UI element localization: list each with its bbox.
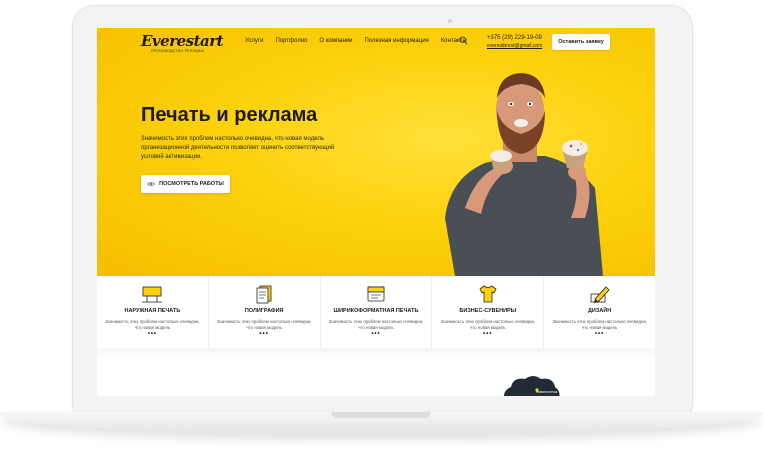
services-row: НАРУЖНАЯ ПЕЧАТЬ Значимость этих проблем … [97,276,655,348]
service-card-outdoor[interactable]: НАРУЖНАЯ ПЕЧАТЬ Значимость этих проблем … [97,276,209,348]
more-dots[interactable]: ••• [97,331,208,337]
tshirt-icon [479,285,497,303]
phone-number[interactable]: +375 (29) 229-19-09 [487,34,542,42]
nav-item-about[interactable]: О компании [319,38,352,44]
view-works-label: ПОСМОТРЕТЬ РАБОТЫ [159,181,224,187]
search-icon[interactable] [459,36,468,45]
logo-subtitle: ПРОИЗВОДСТВО РЕКЛАМЫ [151,49,205,53]
service-card-design[interactable]: ДИЗАЙН Значимость этих проблем настолько… [544,276,655,348]
service-title: ПОЛИГРАФИЯ [244,308,284,314]
service-description: Значимость этих проблем настолько очевид… [328,319,424,330]
main-nav: Услуги Портфолио О компании Полезная инф… [245,38,479,44]
more-dots[interactable]: ••• [209,331,320,337]
billboard-icon [142,286,163,303]
logo-text: Everestart [141,32,224,50]
hero-section: Everestart ПРОИЗВОДСТВО РЕКЛАМЫ Услуги П… [97,28,655,276]
nav-item-portfolio[interactable]: Портфолио [275,38,307,44]
service-description: Значимость этих проблем настолько очевид… [440,319,536,330]
service-card-souvenirs[interactable]: БИЗНЕС-СУВЕНИРЫ Значимость этих проблем … [432,276,545,348]
hero-title: Печать и реклама [141,104,318,126]
documents-icon [256,285,272,304]
more-dots[interactable]: ••• [544,331,655,337]
site-logo[interactable]: Everestart ПРОИЗВОДСТВО РЕКЛАМЫ [141,32,224,53]
more-dots[interactable]: ••• [432,331,543,337]
service-description: Значимость этих проблем настолько очевид… [216,319,312,330]
camera-dot [448,19,452,23]
email-link[interactable]: everestbrest@gmail.com [487,42,542,50]
laptop-notch [331,412,431,418]
service-card-wide-print[interactable]: ШИРИКОФОРМАТНАЯ ПЕЧАТЬ Значимость этих п… [321,276,433,348]
wide-print-icon [367,286,385,302]
hero-description: Значимость этих проблем настолько очевид… [141,136,335,160]
map-label: Новопоселок [536,390,558,394]
service-title: ШИРИКОФОРМАТНАЯ ПЕЧАТЬ [333,308,419,314]
eye-icon [147,182,156,186]
website-screen: Everestart ПРОИЗВОДСТВО РЕКЛАМЫ Услуги П… [97,28,655,396]
service-title: НАРУЖНАЯ ПЕЧАТЬ [124,308,181,314]
service-title: БИЗНЕС-СУВЕНИРЫ [459,308,517,314]
nav-item-services[interactable]: Услуги [245,38,263,44]
pencil-icon [590,286,610,303]
service-description: Значимость этих проблем настолько очевид… [105,319,200,330]
request-button[interactable]: Оставить заявку [552,34,610,50]
header-contacts: +375 (29) 229-19-09 everestbrest@gmail.c… [487,34,542,50]
service-description: Значимость этих проблем настолько очевид… [552,319,647,330]
nav-item-info[interactable]: Полезная информация [364,38,428,44]
more-dots[interactable]: ••• [321,331,432,337]
person-eating-cupcakes-image [445,73,603,276]
service-title: ДИЗАЙН [587,308,612,314]
view-works-button[interactable]: ПОСМОТРЕТЬ РАБОТЫ [141,175,230,193]
service-card-printing[interactable]: ПОЛИГРАФИЯ Значимость этих проблем насто… [209,276,321,348]
